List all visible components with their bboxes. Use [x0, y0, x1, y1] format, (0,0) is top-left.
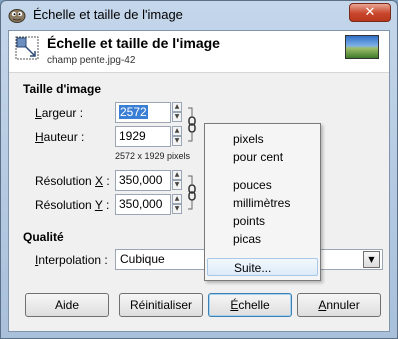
- dialog-header: Échelle et taille de l'image champ pente…: [9, 31, 389, 73]
- scale-button[interactable]: Échelle: [208, 293, 292, 317]
- resolution-y-spinner[interactable]: ▲ ▼: [172, 194, 182, 215]
- chain-link-icon[interactable]: [186, 174, 198, 212]
- spin-down-icon[interactable]: ▼: [172, 180, 182, 190]
- menu-item-millimeters[interactable]: millimètres: [207, 194, 318, 212]
- width-label: Largeur :: [35, 106, 84, 120]
- resolution-y-label: Résolution Y :: [35, 198, 110, 212]
- height-label: Hauteur :: [35, 130, 85, 144]
- menu-item-more[interactable]: Suite...: [207, 258, 318, 276]
- spin-down-icon[interactable]: ▼: [172, 204, 182, 214]
- resolution-x-input[interactable]: 350,000: [115, 170, 171, 191]
- gimp-icon: [7, 6, 27, 24]
- scale-image-icon: [15, 36, 39, 60]
- image-thumbnail: [345, 35, 379, 59]
- pixel-size-note: 2572 x 1929 pixels: [115, 151, 191, 161]
- spin-up-icon[interactable]: ▲: [172, 126, 182, 136]
- spin-up-icon[interactable]: ▲: [172, 102, 182, 112]
- header-title: Échelle et taille de l'image: [47, 35, 220, 51]
- spin-down-icon[interactable]: ▼: [172, 112, 182, 122]
- reset-button[interactable]: Réinitialiser: [119, 293, 203, 317]
- menu-item-picas[interactable]: picas: [207, 230, 318, 248]
- width-spinner[interactable]: ▲ ▼: [172, 102, 182, 123]
- unit-menu: pixels pour cent pouces millimètres poin…: [204, 123, 321, 281]
- resolution-y-input[interactable]: 350,000: [115, 194, 171, 215]
- dialog-body: Échelle et taille de l'image champ pente…: [8, 30, 390, 332]
- dialog-window: Échelle et taille de l'image ✕ Échelle e…: [0, 0, 398, 339]
- resolution-x-spinner[interactable]: ▲ ▼: [172, 170, 182, 191]
- dropdown-arrow-icon[interactable]: ▼: [363, 251, 380, 268]
- chain-link-icon[interactable]: [186, 106, 198, 144]
- window-title: Échelle et taille de l'image: [33, 7, 183, 22]
- title-bar[interactable]: Échelle et taille de l'image ✕: [1, 1, 397, 29]
- interpolation-label: Interpolation :: [35, 253, 108, 267]
- height-spinner[interactable]: ▲ ▼: [172, 126, 182, 147]
- menu-item-percent[interactable]: pour cent: [207, 148, 318, 166]
- height-input[interactable]: 1929: [115, 126, 171, 147]
- resolution-x-label: Résolution X :: [35, 174, 110, 188]
- spin-up-icon[interactable]: ▲: [172, 194, 182, 204]
- menu-item-pixels[interactable]: pixels: [207, 130, 318, 148]
- menu-item-inches[interactable]: pouces: [207, 176, 318, 194]
- spin-up-icon[interactable]: ▲: [172, 170, 182, 180]
- menu-item-points[interactable]: points: [207, 212, 318, 230]
- image-size-section-label: Taille d'image: [23, 82, 101, 96]
- close-button[interactable]: ✕: [349, 3, 391, 22]
- cancel-button[interactable]: Annuler: [297, 293, 381, 317]
- header-subtitle: champ pente.jpg-42: [47, 55, 136, 66]
- help-button[interactable]: Aide: [25, 293, 109, 317]
- quality-section-label: Qualité: [23, 230, 64, 244]
- spin-down-icon[interactable]: ▼: [172, 136, 182, 146]
- width-input[interactable]: 2572: [115, 102, 171, 123]
